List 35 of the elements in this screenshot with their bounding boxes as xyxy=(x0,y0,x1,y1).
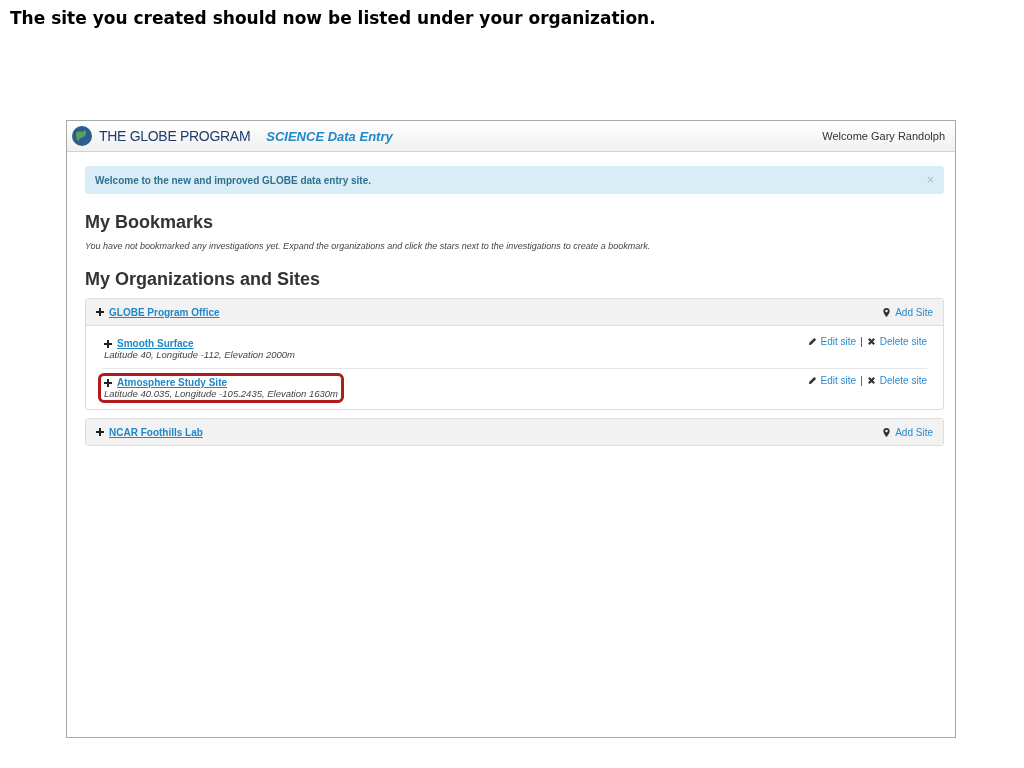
close-icon xyxy=(866,376,876,385)
section-heading: My Bookmarks xyxy=(85,212,215,233)
site-details: Latitude 40, Longitude -112, Elevation 2000m xyxy=(104,349,296,360)
organization-header[interactable]: NCAR Foothills Lab Add Site xyxy=(86,419,943,445)
edit-site-link[interactable]: Edit site xyxy=(820,375,857,386)
globe-logo-icon xyxy=(71,125,93,147)
organization-header[interactable]: GLOBE Program Office Add Site xyxy=(86,299,943,326)
bookmarks-note: You have not bookmarked any investigations yet. Expand the organizations and click the stars next to the investigations to create a bookmark. xyxy=(85,241,652,251)
plus-icon xyxy=(104,339,112,348)
slide-title: The site you created should now be listed under your organization. xyxy=(10,8,656,28)
add-site-link[interactable]: Add Site xyxy=(895,306,933,318)
close-icon xyxy=(866,337,876,346)
edit-site-link[interactable]: Edit site xyxy=(820,336,857,347)
section-heading: My Organizations and Sites xyxy=(85,269,322,290)
pencil-icon xyxy=(807,376,817,385)
site-link[interactable]: Smooth Surface xyxy=(117,338,194,349)
delete-site-link[interactable]: Delete site xyxy=(879,336,927,347)
delete-site-link[interactable]: Delete site xyxy=(879,375,927,386)
logo-text: THE GLOBE PROGRAM xyxy=(99,128,251,144)
welcome-text: Welcome Gary Randolph xyxy=(822,130,945,142)
map-pin-icon xyxy=(882,427,892,437)
site-details: Latitude 40.035, Longitude -105.2435, Elevation 1630m xyxy=(104,388,338,399)
pencil-icon xyxy=(807,337,817,346)
separator: | xyxy=(860,375,863,386)
site-link[interactable]: Atmosphere Study Site xyxy=(117,377,228,388)
add-site-link[interactable]: Add Site xyxy=(895,426,933,438)
plus-icon xyxy=(104,378,112,387)
organization-link[interactable]: NCAR Foothills Lab xyxy=(109,426,203,438)
plus-icon xyxy=(96,308,104,316)
organization-link[interactable]: GLOBE Program Office xyxy=(109,306,220,318)
map-pin-icon xyxy=(882,307,892,317)
app-title: SCIENCE Data Entry xyxy=(266,128,393,144)
separator: | xyxy=(860,336,863,347)
plus-icon xyxy=(96,428,104,436)
alert-message: Welcome to the new and improved GLOBE data entry site. xyxy=(95,174,371,186)
